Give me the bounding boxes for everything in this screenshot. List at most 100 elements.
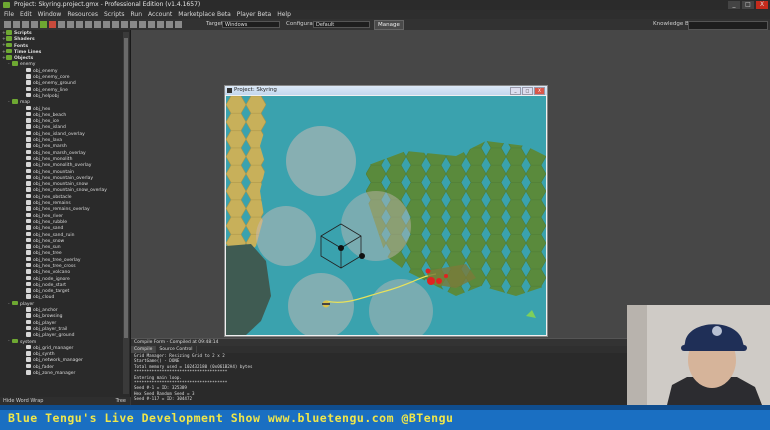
- webcam-overlay: [627, 305, 770, 405]
- game-minimize-button[interactable]: _: [510, 87, 521, 95]
- save-icon[interactable]: [22, 21, 29, 28]
- add-sound-icon[interactable]: [76, 21, 83, 28]
- tree-tab[interactable]: Tree: [116, 397, 126, 405]
- refresh-icon[interactable]: [175, 21, 182, 28]
- output-panel: Compile Form - Compiled at 09:48:14 Comp…: [131, 338, 627, 406]
- game-close-button[interactable]: X: [534, 87, 545, 95]
- maximize-button[interactable]: □: [742, 1, 754, 9]
- tree-item[interactable]: obj_zone_manager: [0, 370, 130, 376]
- object-label: obj_hex_marsh_overlay: [33, 150, 86, 156]
- help-icon[interactable]: [166, 21, 173, 28]
- add-object-icon[interactable]: [139, 21, 146, 28]
- menu-marketplace[interactable]: Marketplace Beta: [178, 10, 231, 19]
- folder-icon: [12, 300, 18, 306]
- object-icon: [26, 250, 31, 255]
- object-label: obj_hex_sun: [33, 244, 61, 250]
- add-background-icon[interactable]: [85, 21, 92, 28]
- object-icon: [26, 149, 31, 155]
- game-window-titlebar[interactable]: Project: Skyring _ □ X: [225, 86, 547, 95]
- object-icon: [26, 351, 31, 356]
- tree-scrollbar-thumb[interactable]: [124, 38, 128, 338]
- add-path-icon[interactable]: [94, 21, 101, 28]
- menu-edit[interactable]: Edit: [20, 10, 32, 19]
- object-icon: [26, 370, 31, 375]
- object-icon: [26, 174, 31, 180]
- object-label: obj_hex_sand: [33, 225, 64, 231]
- settings-icon[interactable]: [157, 21, 164, 28]
- toolbar-icons: [4, 21, 182, 28]
- menu-file[interactable]: File: [4, 10, 14, 19]
- menu-scripts[interactable]: Scripts: [104, 10, 125, 19]
- folder-icon: [12, 338, 18, 344]
- knowledge-base-search[interactable]: [688, 21, 768, 30]
- configuration-select[interactable]: Default: [313, 21, 370, 28]
- window-controls: _ □ X: [728, 1, 768, 9]
- object-label: obj_player_trail: [33, 326, 68, 332]
- folder-label: Shaders: [14, 37, 35, 43]
- tab-compile[interactable]: Compile: [131, 346, 157, 353]
- object-label: obj_enemy_ground: [33, 81, 76, 87]
- add-room-icon[interactable]: [148, 21, 155, 28]
- object-label: obj_hex_monolith_overlay: [33, 162, 92, 168]
- folder-label: Scripts: [14, 30, 32, 36]
- debug-icon[interactable]: [49, 21, 56, 28]
- log-line: Seed #-117 = ID: 304472: [134, 396, 192, 402]
- menu-help[interactable]: Help: [277, 10, 291, 19]
- menu-run[interactable]: Run: [131, 10, 143, 19]
- menu-player[interactable]: Player Beta: [237, 10, 271, 19]
- group-label: system: [20, 339, 37, 345]
- tab-source-control[interactable]: Source Control: [156, 346, 197, 353]
- close-button[interactable]: X: [756, 1, 768, 9]
- export-icon[interactable]: [31, 21, 38, 28]
- open-project-icon[interactable]: [13, 21, 20, 28]
- folder-icon: [12, 61, 18, 66]
- menu-window[interactable]: Window: [38, 10, 62, 19]
- new-project-icon[interactable]: [4, 21, 11, 28]
- game-maximize-button[interactable]: □: [522, 87, 533, 95]
- window-title: Project: Skyring.project.gmx - Professio…: [14, 1, 201, 8]
- object-label: obj_hex_mountain_snow: [33, 181, 88, 187]
- game-canvas[interactable]: [226, 96, 546, 335]
- output-tabs: Compile Source Control: [131, 346, 627, 353]
- word-wrap-toggle[interactable]: Hide Word Wrap: [0, 398, 43, 404]
- object-icon: [26, 206, 31, 211]
- menu-resources[interactable]: Resources: [67, 10, 98, 19]
- object-icon: [26, 143, 31, 148]
- folder-icon: [6, 30, 12, 35]
- add-script-icon[interactable]: [103, 21, 110, 28]
- object-icon: [26, 187, 31, 192]
- run-icon[interactable]: [40, 21, 47, 28]
- target-select[interactable]: Windows: [222, 21, 280, 28]
- cloud: [256, 206, 316, 266]
- group-label: enemy: [20, 62, 36, 68]
- add-font-icon[interactable]: [121, 21, 128, 28]
- folder-icon: [6, 42, 12, 48]
- object-icon: [26, 124, 31, 129]
- add-shader-icon[interactable]: [112, 21, 119, 28]
- folder-label: Fonts: [14, 43, 29, 49]
- object-label: obj_enemy_core: [33, 74, 70, 80]
- manage-button[interactable]: Manage: [374, 20, 404, 30]
- add-timeline-icon[interactable]: [130, 21, 137, 28]
- folder-icon: [6, 55, 12, 60]
- object-icon: [26, 80, 31, 85]
- clean-icon[interactable]: [58, 21, 65, 28]
- object-label: obj_player_ground: [33, 333, 75, 338]
- add-sprite-icon[interactable]: [67, 21, 74, 28]
- object-icon: [26, 92, 31, 98]
- object-label: obj_hex_beach: [33, 112, 67, 118]
- object-label: obj_helpobj: [33, 93, 59, 99]
- folder-label: Objects: [14, 55, 34, 61]
- object-icon: [26, 294, 31, 299]
- object-icon: [26, 74, 31, 79]
- minimize-button[interactable]: _: [728, 1, 740, 9]
- object-label: obj_hex_remains: [33, 200, 71, 206]
- node-dot: [359, 253, 365, 259]
- object-label: obj_node_ignore: [33, 276, 70, 282]
- object-label: obj_hex_island: [33, 125, 66, 131]
- object-icon: [26, 67, 31, 73]
- menu-account[interactable]: Account: [148, 10, 172, 19]
- object-label: obj_anchor: [33, 307, 58, 313]
- cloud: [286, 126, 356, 196]
- tree-scrollbar[interactable]: [123, 32, 129, 394]
